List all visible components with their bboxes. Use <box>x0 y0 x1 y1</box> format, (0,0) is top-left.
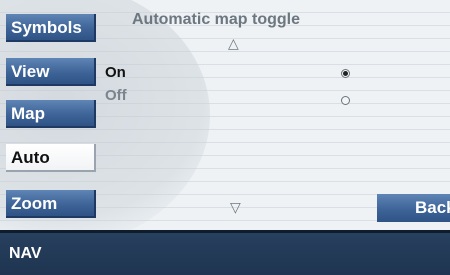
sidebar-item-label: Map <box>11 104 45 123</box>
option-off-label: Off <box>105 87 127 104</box>
page-title: Automatic map toggle <box>132 11 301 28</box>
scroll-down-icon[interactable]: ▽ <box>230 199 241 216</box>
sidebar-item-view[interactable]: View <box>6 58 96 86</box>
back-button-label: Back <box>415 198 450 217</box>
sidebar-item-auto[interactable]: Auto <box>6 144 96 172</box>
scroll-up-icon[interactable]: △ <box>228 35 239 52</box>
option-off-radio[interactable] <box>341 96 350 105</box>
mode-label: NAV <box>9 245 42 262</box>
option-on-label: On <box>105 64 126 81</box>
option-on-radio[interactable] <box>341 69 350 78</box>
main-screen: Symbols View Map Auto Zoom Automatic map… <box>0 0 450 230</box>
sidebar-item-map[interactable]: Map <box>6 100 96 128</box>
status-bar: NAV <box>0 230 450 275</box>
sidebar-item-zoom[interactable]: Zoom <box>6 190 96 218</box>
back-button[interactable]: Back <box>377 194 450 222</box>
sidebar-item-label: Zoom <box>11 194 58 213</box>
sidebar-item-label: Symbols <box>11 18 82 37</box>
sidebar-item-label: View <box>11 62 50 81</box>
sidebar-item-symbols[interactable]: Symbols <box>6 14 96 42</box>
sidebar-item-label: Auto <box>11 148 50 167</box>
radio-selected-dot <box>343 71 348 76</box>
